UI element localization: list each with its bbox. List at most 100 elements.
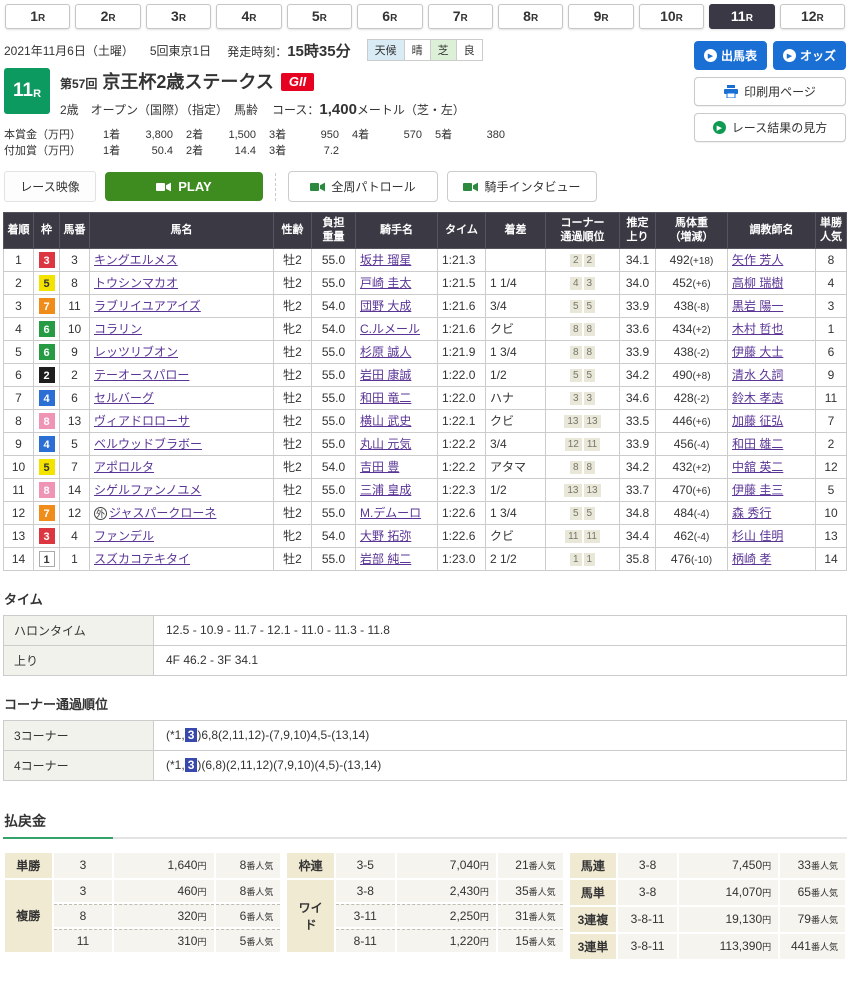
patrol-video-button[interactable]: 全周パトロール (288, 171, 438, 202)
jockey-link[interactable]: 戸崎 圭太 (360, 276, 411, 290)
corner-position: 8 (584, 323, 596, 336)
payout-popularity: 33番人気 (780, 853, 845, 878)
popularity-cell: 5 (816, 478, 847, 501)
horse-name-link[interactable]: コラリン (94, 322, 142, 336)
horse-name-link[interactable]: セルバーグ (94, 391, 154, 405)
trainer-link[interactable]: 柄崎 孝 (732, 552, 771, 566)
horse-name-link[interactable]: キングエルメス (94, 253, 178, 267)
race-tab-2r[interactable]: 2R (75, 4, 140, 29)
race-tab-7r[interactable]: 7R (428, 4, 493, 29)
trainer-link[interactable]: 黒岩 陽一 (732, 299, 783, 313)
jockey-link[interactable]: 団野 大成 (360, 299, 411, 313)
horse-name-link[interactable]: テーオースパロー (94, 368, 189, 382)
horse-name-link[interactable]: ヴィアドロローサ (94, 414, 190, 428)
trainer-link[interactable]: 高柳 瑞樹 (732, 276, 783, 290)
jockey-interview-button[interactable]: 騎手インタビュー (447, 171, 597, 202)
jockey-link[interactable]: 三浦 皇成 (360, 483, 411, 497)
trainer-link[interactable]: 清水 久詞 (732, 368, 783, 382)
results-header-row: 着順枠馬番馬名性齢負担 重量騎手名タイム着差コーナー 通過順位推定 上り馬体重 … (4, 213, 847, 249)
race-tab-5r[interactable]: 5R (287, 4, 352, 29)
jockey-link[interactable]: 丸山 元気 (360, 437, 411, 451)
jockey-link[interactable]: 岩部 純二 (360, 552, 411, 566)
horse-name-link[interactable]: ラブリイユアアイズ (94, 299, 201, 313)
payout-amount: 7,040円 (397, 853, 496, 878)
agari-cell: 34.6 (620, 386, 656, 409)
horse-weight-value: 462 (674, 529, 694, 543)
results-header-cell: 調教師名 (728, 213, 816, 249)
horse-name-link[interactable]: トウシンマカオ (94, 276, 178, 290)
corner-position: 11 (565, 530, 581, 543)
table-row: 258トウシンマカオ牡255.0戸崎 圭太1:21.51 1/44334.045… (4, 271, 847, 294)
print-page-label: 印刷用ページ (744, 83, 816, 100)
race-tab-9r[interactable]: 9R (568, 4, 633, 29)
horse-name-link[interactable]: スズカコテキタイ (94, 552, 190, 566)
popularity-cell: 9 (816, 363, 847, 386)
payout-yen-suffix: 円 (762, 861, 771, 871)
payout-amount-value: 7,450 (732, 858, 762, 872)
rank-cell: 13 (4, 524, 34, 547)
corner-order-cell: 1211 (546, 432, 620, 455)
trainer-link[interactable]: 矢作 芳人 (732, 253, 783, 267)
jockey-link[interactable]: 和田 竜二 (360, 391, 411, 405)
jockey-link[interactable]: 横山 武史 (360, 414, 411, 428)
race-video-button[interactable]: レース映像 (4, 171, 96, 202)
sex-age-cell: 牡2 (274, 340, 312, 363)
horse-weight-change: (+2) (692, 325, 710, 336)
jockey-link[interactable]: 大野 拓弥 (360, 529, 411, 543)
jockey-link[interactable]: 杉原 誠人 (360, 345, 411, 359)
trainer-link[interactable]: 伊藤 大士 (732, 345, 783, 359)
print-page-button[interactable]: 印刷用ページ (694, 77, 846, 106)
payout-row: ワイド3-82,430円35番人気 (287, 880, 562, 902)
trainer-link[interactable]: 伊藤 圭三 (732, 483, 783, 497)
results-guide-button[interactable]: ▶ レース結果の見方 (694, 113, 846, 142)
odds-button[interactable]: ▶ オッズ (773, 41, 846, 70)
corner-position: 1 (584, 553, 596, 566)
payout-popularity-suffix: 番人気 (529, 861, 556, 871)
race-tab-12r[interactable]: 12R (780, 4, 845, 29)
payout-yen-suffix: 円 (762, 915, 771, 925)
jockey-link[interactable]: 吉田 豊 (360, 460, 399, 474)
horse-name-link[interactable]: レッツリブオン (94, 345, 178, 359)
trainer-link[interactable]: 鈴木 孝志 (732, 391, 783, 405)
time-row: 上り4F 46.2 - 3F 34.1 (4, 645, 847, 675)
tab-suffix: R (179, 13, 186, 24)
margin-cell: 3/4 (486, 294, 546, 317)
payout-col-1: 枠連3-57,040円21番人気ワイド3-82,430円35番人気3-112,2… (287, 853, 562, 952)
trainer-link[interactable]: 和田 雄二 (732, 437, 783, 451)
tab-suffix: R (320, 13, 327, 24)
race-conditions-line: 2歳 オープン（国際）（指定） 馬齢コース：1,400メートル（芝・左） (60, 101, 465, 118)
trainer-link[interactable]: 中舘 英二 (732, 460, 783, 474)
load-weight-cell: 54.0 (312, 317, 356, 340)
jockey-link[interactable]: M.デムーロ (360, 506, 421, 520)
horse-name-link[interactable]: ベルウッドブラボー (94, 437, 202, 451)
horse-name-link[interactable]: ファンデル (94, 529, 154, 543)
jockey-link[interactable]: 岩田 康誠 (360, 368, 411, 382)
payout-amount-value: 7,040 (450, 858, 480, 872)
trainer-link[interactable]: 森 秀行 (732, 506, 771, 520)
horse-name-link[interactable]: アポロルタ (94, 460, 154, 474)
race-title: 京王杯2歳ステークス (102, 72, 273, 92)
race-tab-4r[interactable]: 4R (216, 4, 281, 29)
payout-table-right: 馬連3-87,450円33番人気馬単3-814,070円65番人気3連複3-8-… (568, 851, 847, 961)
race-tab-8r[interactable]: 8R (498, 4, 563, 29)
jockey-link[interactable]: C.ルメール (360, 322, 420, 336)
race-tab-3r[interactable]: 3R (146, 4, 211, 29)
race-tab-6r[interactable]: 6R (357, 4, 422, 29)
horse-name-link[interactable]: ジャスパークローネ (109, 506, 216, 520)
play-button[interactable]: PLAY (105, 172, 263, 201)
payout-yen-suffix: 円 (762, 888, 771, 898)
horse-weight-value: 456 (674, 437, 694, 451)
entry-table-button[interactable]: ▶ 出馬表 (694, 41, 767, 70)
jockey-link[interactable]: 坂井 瑠星 (360, 253, 411, 267)
trainer-cell: 和田 雄二 (728, 432, 816, 455)
trainer-link[interactable]: 杉山 佳明 (732, 529, 783, 543)
trainer-link[interactable]: 木村 哲也 (732, 322, 783, 336)
race-tab-1r[interactable]: 1R (5, 4, 70, 29)
prize-amount: 14.4 (212, 143, 256, 159)
horse-name-link[interactable]: シゲルファンノユメ (94, 483, 201, 497)
race-tab-11r[interactable]: 11R (709, 4, 774, 29)
race-tab-10r[interactable]: 10R (639, 4, 704, 29)
payout-popularity-suffix: 番人気 (246, 887, 273, 897)
load-weight-cell: 55.0 (312, 547, 356, 570)
trainer-link[interactable]: 加藤 征弘 (732, 414, 783, 428)
